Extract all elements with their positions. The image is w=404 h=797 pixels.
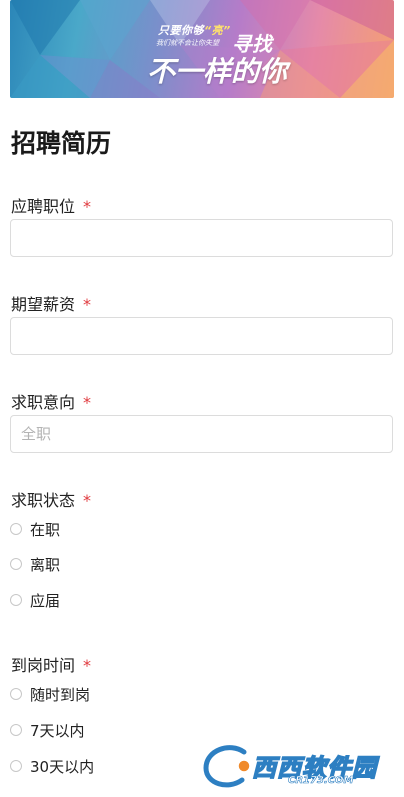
radio-circle-icon[interactable]: [10, 558, 22, 570]
radio-circle-icon[interactable]: [10, 688, 22, 700]
intent-input[interactable]: [10, 415, 393, 453]
required-mark: *: [83, 491, 92, 510]
radio-label: 30天以内: [30, 757, 95, 776]
required-mark: *: [83, 295, 92, 314]
banner-tagline: 只要你够“亮”: [158, 24, 231, 37]
site-watermark: 西西软件园 CR173.COM: [200, 742, 390, 792]
arrival-option-30days[interactable]: 30天以内: [10, 753, 94, 779]
radio-label: 在职: [30, 520, 61, 539]
required-mark: *: [83, 393, 92, 412]
radio-label: 离职: [30, 555, 61, 574]
radio-label: 随时到岗: [30, 685, 91, 704]
status-option-resigned[interactable]: 离职: [10, 551, 60, 577]
radio-circle-icon[interactable]: [10, 594, 22, 606]
banner-subline: 我们就不会让你失望: [156, 39, 219, 47]
arrival-label: 到岗时间 *: [11, 656, 92, 675]
status-option-employed[interactable]: 在职: [10, 516, 60, 542]
salary-input[interactable]: [10, 317, 393, 355]
radio-circle-icon[interactable]: [10, 760, 22, 772]
radio-label: 应届: [30, 591, 61, 610]
page-title: 招聘简历: [11, 129, 112, 158]
watermark-url: CR173.COM: [288, 775, 354, 787]
intent-label: 求职意向 *: [11, 393, 92, 412]
position-input[interactable]: [10, 219, 393, 257]
status-label: 求职状态 *: [11, 491, 92, 510]
watermark-logo-icon: [201, 743, 251, 790]
status-option-graduate[interactable]: 应届: [10, 587, 60, 613]
position-label: 应聘职位 *: [11, 197, 92, 216]
radio-label: 7天以内: [30, 721, 85, 740]
required-mark: *: [83, 197, 92, 216]
arrival-option-7days[interactable]: 7天以内: [10, 717, 85, 743]
salary-label: 期望薪资 *: [11, 295, 92, 314]
radio-circle-icon[interactable]: [10, 724, 22, 736]
arrival-option-anytime[interactable]: 随时到岗: [10, 681, 90, 707]
recruitment-banner: 只要你够“亮” 寻找 我们就不会让你失望 不一样的你: [10, 0, 394, 98]
required-mark: *: [83, 656, 92, 675]
radio-circle-icon[interactable]: [10, 523, 22, 535]
banner-headline: 不一样的你: [147, 55, 288, 88]
